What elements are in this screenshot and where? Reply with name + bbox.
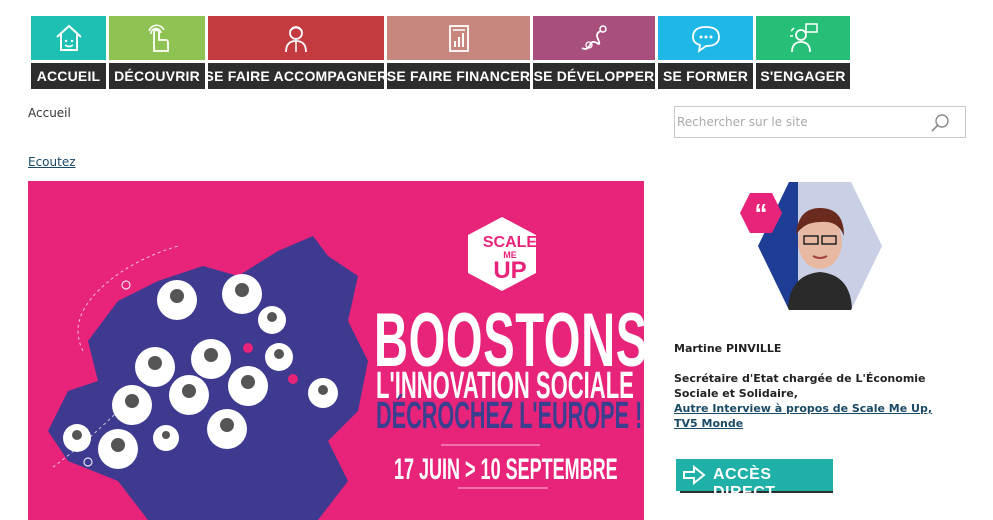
nav-item-accueil[interactable]: ACCUEIL bbox=[31, 16, 106, 89]
arrow-right-icon bbox=[683, 464, 706, 486]
date-end: 10 SEPTEMBRE bbox=[480, 453, 618, 486]
listen-link[interactable]: Ecoutez bbox=[28, 155, 76, 169]
search-box bbox=[674, 106, 966, 138]
nav-label: DÉCOUVRIR bbox=[109, 63, 205, 89]
document-chart-icon bbox=[387, 16, 530, 60]
mentor-icon bbox=[208, 16, 384, 60]
nav-label: SE DÉVELOPPER bbox=[533, 63, 655, 89]
breadcrumb[interactable]: Accueil bbox=[28, 106, 71, 120]
pointing-hand-icon bbox=[109, 16, 205, 60]
interview-link[interactable]: Autre Interview à propos de Scale Me Up, bbox=[674, 401, 964, 416]
date-start: 17 JUIN bbox=[394, 453, 461, 486]
nav-item-se-faire-financer[interactable]: SE FAIRE FINANCER bbox=[387, 16, 530, 89]
svg-text:“: “ bbox=[755, 198, 768, 228]
person-role: Secrétaire d'Etat chargée de L'Économie … bbox=[674, 372, 926, 400]
scale-me-up-banner[interactable]: SCALE ME UP BOOSTONS L'INNOVATION SOCIAL… bbox=[28, 181, 644, 520]
acces-direct-label: ACCÈS DIRECT bbox=[713, 466, 776, 501]
nav-item-decouvrir[interactable]: DÉCOUVRIR bbox=[109, 16, 205, 89]
search-button[interactable] bbox=[929, 113, 951, 133]
quote-icon: “ bbox=[740, 193, 782, 233]
nav-label: SE FAIRE FINANCER bbox=[387, 63, 530, 89]
nav-label: ACCUEIL bbox=[31, 63, 106, 89]
nav-label: SE FAIRE ACCOMPAGNER bbox=[205, 63, 387, 89]
nav-item-se-former[interactable]: SE FORMER bbox=[658, 16, 753, 89]
tv5-link[interactable]: TV5 Monde bbox=[674, 416, 964, 431]
growth-swirl-icon bbox=[533, 16, 655, 60]
banner-subtitle-2: DÉCROCHEZ L'EUROPE ! bbox=[376, 395, 643, 437]
nav-label: SE FORMER bbox=[658, 63, 753, 89]
logo-text-up: UP bbox=[493, 257, 527, 284]
main-nav: ACCUEIL DÉCOUVRIR SE FAIRE ACCOMPAGNER S… bbox=[31, 16, 853, 89]
search-icon bbox=[931, 114, 949, 132]
person-name: Martine PINVILLE bbox=[674, 342, 782, 355]
chat-bubble-icon bbox=[658, 16, 753, 60]
banner-dates: 17 JUIN > 10 SEPTEMBRE bbox=[394, 455, 618, 485]
nav-item-se-faire-accompagner[interactable]: SE FAIRE ACCOMPAGNER bbox=[205, 16, 387, 89]
acces-direct-button[interactable]: ACCÈS DIRECT bbox=[676, 455, 833, 501]
nav-item-s-engager[interactable]: S'ENGAGER bbox=[756, 16, 850, 89]
nav-item-se-developper[interactable]: SE DÉVELOPPER bbox=[533, 16, 655, 89]
chevron-right-icon: > bbox=[465, 453, 481, 486]
logo-text-scale: SCALE bbox=[482, 234, 538, 251]
engaged-person-icon bbox=[756, 16, 850, 60]
nav-label: S'ENGAGER bbox=[756, 63, 850, 89]
scale-me-up-logo: SCALE ME UP bbox=[470, 227, 550, 284]
house-icon bbox=[31, 16, 106, 60]
person-description: Secrétaire d'Etat chargée de L'Économie … bbox=[674, 371, 964, 431]
search-input[interactable] bbox=[675, 107, 917, 137]
